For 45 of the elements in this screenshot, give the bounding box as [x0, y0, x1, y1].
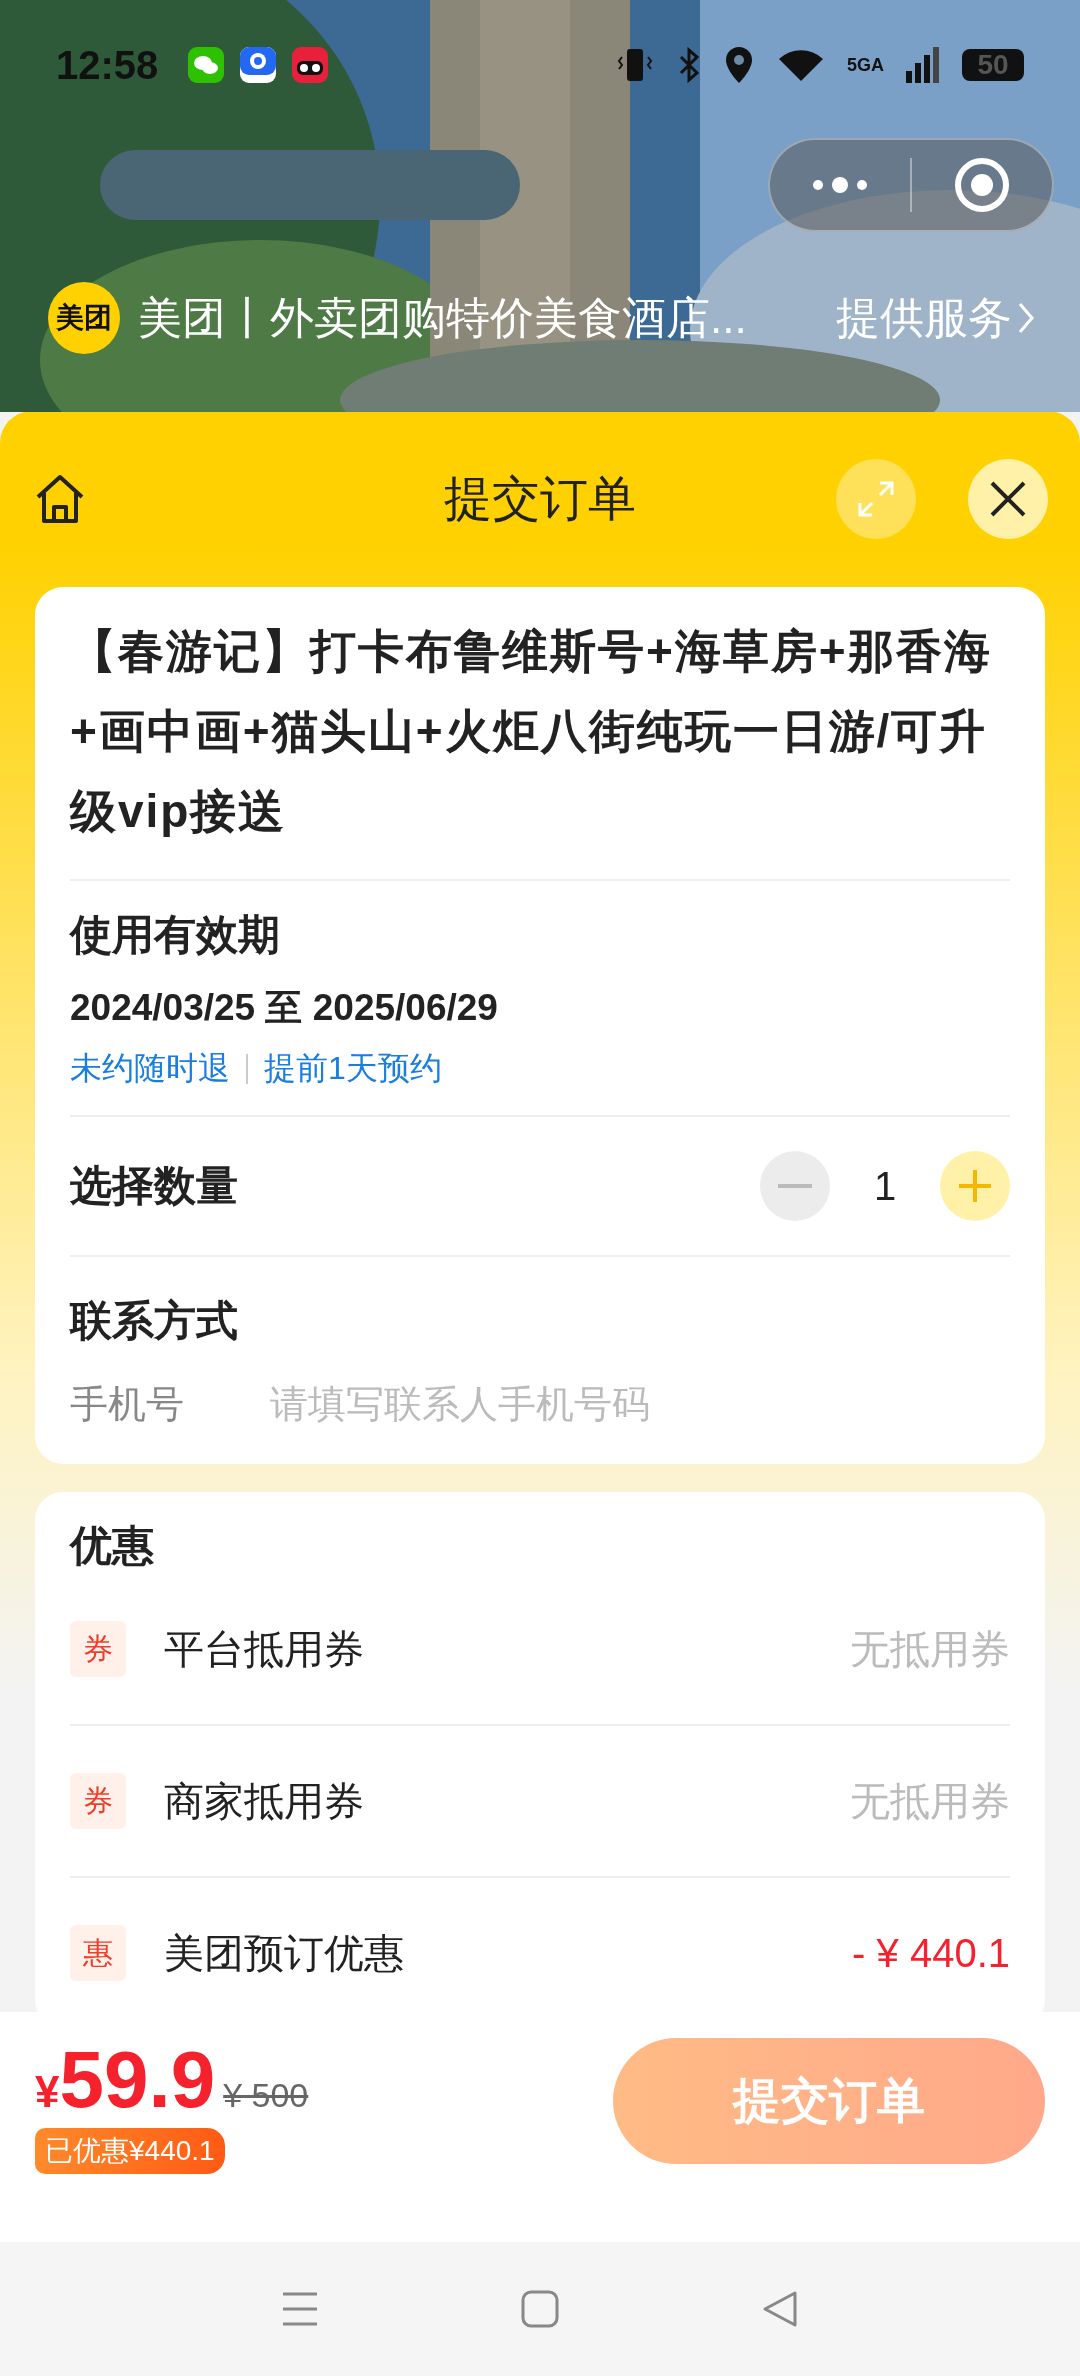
service-link[interactable]: 提供服务 [836, 288, 1036, 348]
discount-title: 优惠 [70, 1521, 155, 1571]
submit-button[interactable]: 提交订单 [613, 2038, 1045, 2164]
discount-label: 商家抵用券 [164, 1777, 364, 1825]
discount-value[interactable]: - ¥ 440.1 [852, 1930, 1010, 1976]
discount-label: 平台抵用券 [164, 1625, 364, 1673]
status-time: 12:58 [56, 42, 159, 88]
discount-label: 美团预订优惠 [164, 1929, 404, 1977]
savings-badge: 已优惠¥440.1 [35, 2128, 225, 2174]
discount-value[interactable]: 无抵用券 [850, 1773, 1010, 1829]
home-nav-icon[interactable] [521, 2290, 559, 2328]
phone-label: 手机号 [70, 1382, 185, 1427]
app-title: 美团丨外卖团购特价美食酒店... [138, 291, 747, 344]
phone-input[interactable]: 请填写联系人手机号码 [270, 1375, 1010, 1434]
policy-tag: 提前1天预约 [264, 1047, 442, 1091]
page-title: 提交订单 [444, 471, 636, 527]
menu-icon[interactable] [281, 2290, 319, 2328]
signal-icon [906, 47, 940, 83]
price: 59.9 [59, 2034, 216, 2126]
battery-level: 50 [962, 49, 1024, 81]
close-icon [988, 479, 1028, 519]
shopping-app-icon [292, 47, 329, 83]
minus-icon [778, 1184, 812, 1188]
chevron-right-icon [1016, 300, 1036, 336]
network-label: 5GA [847, 54, 884, 76]
back-icon[interactable] [761, 2290, 799, 2328]
location-icon [723, 45, 755, 85]
browser-app-icon [240, 47, 277, 83]
policy-tag: 未约随时退 [70, 1047, 230, 1091]
currency-symbol: ¥ [35, 2067, 60, 2117]
plus-icon [957, 1168, 993, 1204]
discount-badge: 券 [70, 1773, 126, 1829]
quantity-label: 选择数量 [70, 1161, 238, 1211]
chat-app-icon [188, 47, 225, 83]
discount-value[interactable]: 无抵用券 [850, 1621, 1010, 1677]
product-title: 【春游记】打卡布鲁维斯号+海草房+那香海+画中画+猫头山+火炬八街纯玩一日游/可升级vip接送 [70, 624, 993, 839]
quantity-value: 1 [872, 1163, 898, 1209]
validity-label: 使用有效期 [70, 910, 281, 960]
wifi-icon [777, 47, 825, 83]
contact-label: 联系方式 [70, 1296, 239, 1346]
discount-badge: 惠 [70, 1925, 126, 1981]
validity-dates: 2024/03/25 至 2025/06/29 [70, 986, 499, 1030]
original-price: ¥ 500 [223, 2076, 309, 2115]
discount-badge: 券 [70, 1621, 126, 1677]
bluetooth-icon [677, 45, 701, 85]
